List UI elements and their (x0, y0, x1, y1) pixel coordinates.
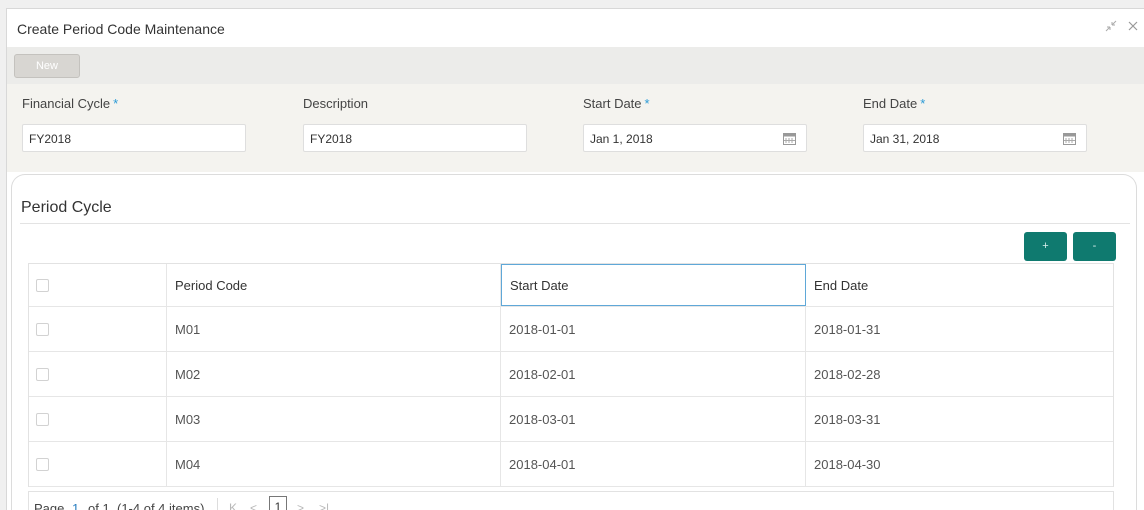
page-label: Page (34, 501, 65, 510)
end-date-cell[interactable]: 2018-03-31 (806, 397, 1114, 441)
last-page-icon[interactable]: >| (319, 501, 329, 510)
first-page-icon[interactable]: K (229, 501, 237, 510)
title-bar: Create Period Code Maintenance (7, 9, 1144, 47)
previous-page-icon[interactable]: < (250, 501, 257, 510)
window-title: Create Period Code Maintenance (17, 21, 225, 37)
row-select-cell (29, 307, 167, 351)
column-header-end-date[interactable]: End Date (806, 264, 1114, 306)
required-marker: * (113, 96, 119, 111)
start-date-cell[interactable]: 2018-03-01 (501, 397, 806, 441)
header-select-cell (29, 264, 167, 306)
start-date-cell[interactable]: 2018-04-01 (501, 442, 806, 486)
row-checkbox[interactable] (36, 457, 49, 471)
end-date-label: End Date * (863, 96, 926, 111)
period-cycle-title: Period Cycle (21, 199, 112, 216)
header-form: Financial Cycle * FY2018 Description FY20… (7, 84, 1144, 172)
financial-cycle-field: Financial Cycle * FY2018 (22, 96, 248, 152)
add-row-button[interactable]: + (1024, 232, 1067, 261)
row-select-cell (29, 352, 167, 396)
row-select-cell (29, 442, 167, 486)
period-code-cell[interactable]: M03 (167, 397, 501, 441)
period-cycle-grid: Period Code Start Date End Date M01 2018… (28, 263, 1114, 487)
table-row[interactable]: M04 2018-04-01 2018-04-30 (29, 442, 1113, 487)
financial-cycle-input[interactable]: FY2018 (22, 124, 246, 152)
row-checkbox[interactable] (36, 367, 49, 381)
end-date-cell[interactable]: 2018-02-28 (806, 352, 1114, 396)
remove-row-button[interactable]: - (1073, 232, 1116, 261)
grid-header-row: Period Code Start Date End Date (29, 264, 1113, 307)
compress-icon[interactable] (1105, 20, 1117, 35)
financial-cycle-label: Financial Cycle * (22, 96, 119, 111)
end-date-field: End Date * Jan 31, 2018 (863, 96, 1089, 152)
period-code-window: Create Period Code Maintenance New Finan… (6, 8, 1144, 510)
row-select-cell (29, 397, 167, 441)
page-count-text: of 1 (88, 501, 110, 510)
start-date-field: Start Date * Jan 1, 2018 (583, 96, 809, 152)
start-date-cell[interactable]: 2018-01-01 (501, 307, 806, 351)
table-row[interactable]: M01 2018-01-01 2018-01-31 (29, 307, 1113, 352)
table-row[interactable]: M02 2018-02-01 2018-02-28 (29, 352, 1113, 397)
row-checkbox[interactable] (36, 412, 49, 426)
period-code-cell[interactable]: M04 (167, 442, 501, 486)
page-number-button[interactable]: 1 (269, 496, 287, 510)
required-marker: * (644, 96, 650, 111)
end-date-cell[interactable]: 2018-04-30 (806, 442, 1114, 486)
divider (20, 223, 1130, 224)
start-date-label: Start Date * (583, 96, 650, 111)
required-marker: * (920, 96, 926, 111)
pagination-bar: Page 1 of 1 (1-4 of 4 items) K < 1 > >| (28, 491, 1114, 510)
period-code-cell[interactable]: M01 (167, 307, 501, 351)
start-date-input[interactable]: Jan 1, 2018 (583, 124, 807, 152)
close-icon[interactable] (1128, 20, 1138, 34)
description-field: Description FY2018 (303, 96, 529, 152)
row-checkbox[interactable] (36, 322, 49, 336)
column-header-start-date[interactable]: Start Date (501, 264, 806, 306)
calendar-icon[interactable] (783, 132, 796, 145)
select-all-checkbox[interactable] (36, 278, 49, 292)
column-header-period-code[interactable]: Period Code (167, 264, 501, 306)
new-button[interactable]: New (14, 54, 80, 78)
description-label: Description (303, 96, 369, 111)
calendar-icon[interactable] (1063, 132, 1076, 145)
item-range-text: (1-4 of 4 items) (117, 501, 205, 510)
end-date-input[interactable]: Jan 31, 2018 (863, 124, 1087, 152)
start-date-value: Jan 1, 2018 (590, 132, 653, 146)
end-date-value: Jan 31, 2018 (870, 132, 940, 146)
end-date-cell[interactable]: 2018-01-31 (806, 307, 1114, 351)
toolbar: New (7, 47, 1144, 84)
next-page-icon[interactable]: > (297, 501, 304, 510)
period-cycle-panel: Period Cycle + - Period Code Start Date … (11, 174, 1137, 510)
current-page-number: 1 (72, 501, 80, 510)
table-row[interactable]: M03 2018-03-01 2018-03-31 (29, 397, 1113, 442)
start-date-cell[interactable]: 2018-02-01 (501, 352, 806, 396)
pager-divider (217, 498, 218, 510)
description-input[interactable]: FY2018 (303, 124, 527, 152)
period-code-cell[interactable]: M02 (167, 352, 501, 396)
